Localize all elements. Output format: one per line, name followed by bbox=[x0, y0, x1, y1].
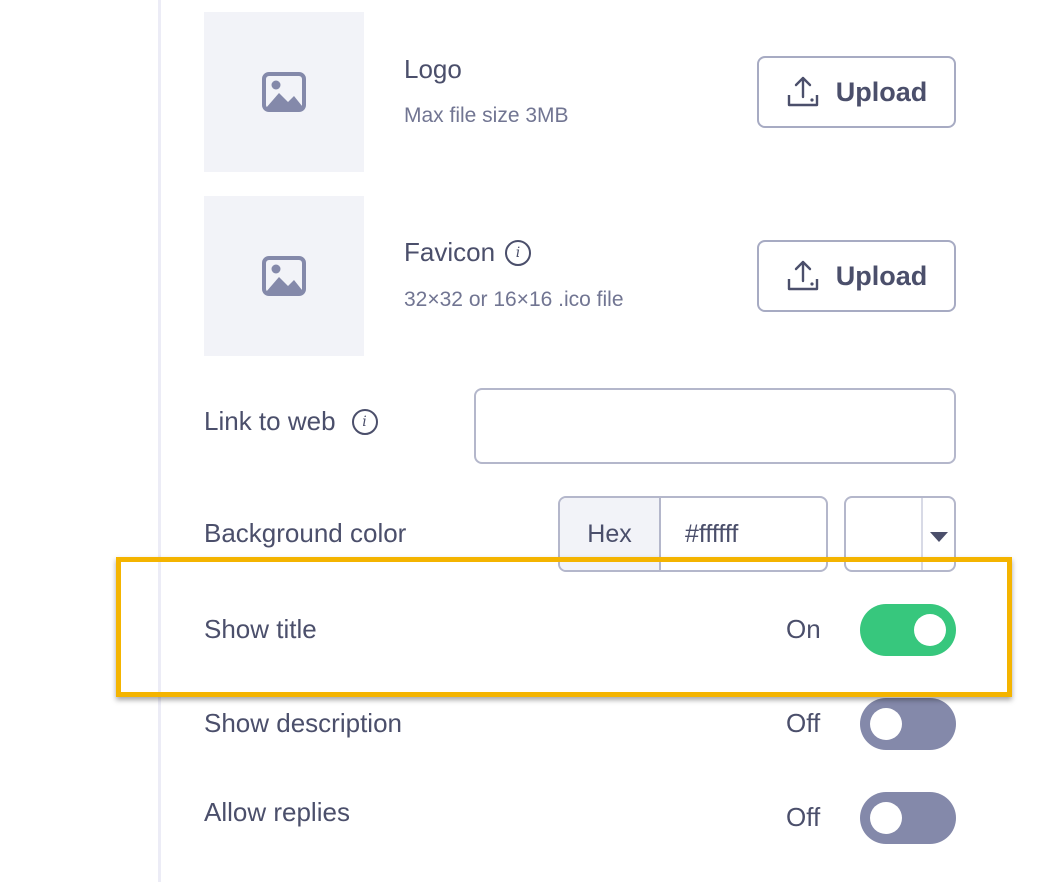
link-to-web-label: Link to web i bbox=[204, 406, 378, 437]
favicon-title: Favicon i bbox=[404, 237, 532, 268]
highlight-box bbox=[116, 557, 1012, 697]
logo-subtitle: Max file size 3MB bbox=[404, 104, 569, 127]
show-description-label: Show description bbox=[204, 708, 402, 738]
favicon-subtitle: 32×32 or 16×16 .ico file bbox=[404, 288, 624, 311]
logo-preview bbox=[204, 12, 364, 172]
link-to-web-label-text: Link to web bbox=[204, 406, 336, 436]
toggle-knob bbox=[870, 802, 902, 834]
logo-title-text: Logo bbox=[404, 54, 462, 84]
allow-replies-label: Allow replies bbox=[204, 797, 350, 827]
allow-replies-toggle[interactable] bbox=[860, 792, 956, 844]
favicon-preview bbox=[204, 196, 364, 356]
upload-icon bbox=[787, 76, 818, 107]
favicon-upload-button[interactable]: Upload bbox=[757, 240, 956, 312]
upload-icon bbox=[787, 260, 818, 291]
logo-upload-button[interactable]: Upload bbox=[757, 56, 956, 128]
info-icon[interactable]: i bbox=[351, 408, 378, 435]
toggle-knob bbox=[870, 708, 902, 740]
caret-down-icon bbox=[930, 532, 948, 542]
panel-left-border bbox=[158, 0, 161, 882]
favicon-upload-label: Upload bbox=[835, 260, 928, 291]
image-placeholder-icon bbox=[262, 72, 306, 112]
background-color-label: Background color bbox=[204, 518, 407, 548]
info-icon[interactable]: i bbox=[505, 239, 532, 266]
show-description-toggle[interactable] bbox=[860, 698, 956, 750]
show-description-state: Off bbox=[786, 708, 821, 738]
logo-title: Logo bbox=[404, 54, 462, 85]
link-to-web-input[interactable] bbox=[474, 388, 956, 464]
allow-replies-state: Off bbox=[786, 802, 821, 832]
favicon-title-text: Favicon bbox=[404, 237, 496, 267]
image-placeholder-icon bbox=[262, 256, 306, 296]
logo-upload-label: Upload bbox=[835, 76, 928, 107]
